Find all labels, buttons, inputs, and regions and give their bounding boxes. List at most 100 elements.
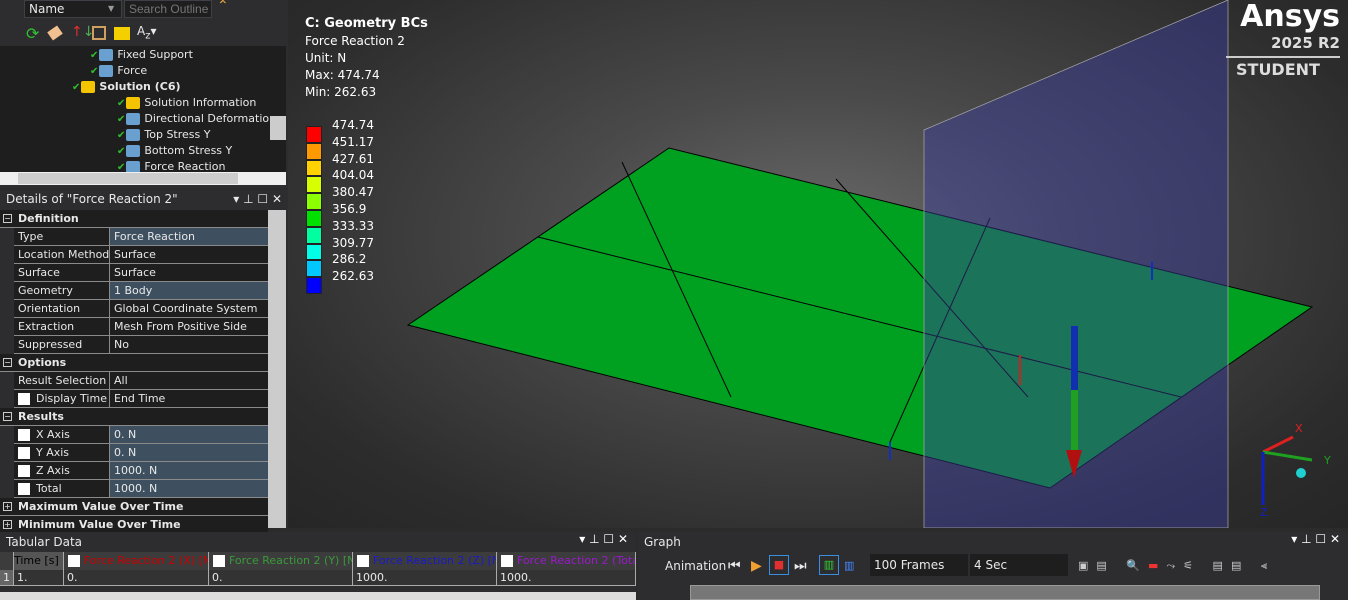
column-checkbox[interactable] xyxy=(68,555,80,567)
property-value[interactable]: 1000. N xyxy=(110,480,268,497)
column-header[interactable]: Force Reaction 2 (X) [N] xyxy=(64,552,209,570)
table-cell[interactable]: 1. xyxy=(14,570,64,586)
last-frame-button[interactable]: ⏭ xyxy=(794,554,807,578)
collapse-icon[interactable]: − xyxy=(3,412,12,421)
expand-icon[interactable]: + xyxy=(3,502,12,511)
collapse-icon[interactable]: − xyxy=(3,214,12,223)
panel-controls[interactable]: ▾ ⊥ ☐ ✕ xyxy=(579,532,628,546)
tree-node[interactable]: ✔ Force Reaction xyxy=(117,159,225,172)
model-view[interactable]: X Y Z xyxy=(288,0,1348,528)
details-row[interactable]: Total 1000. N xyxy=(14,480,268,498)
tree-node[interactable]: ✔ Directional Deformation xyxy=(117,111,270,127)
column-header-label: Time [s] xyxy=(14,554,59,567)
timeline-scrollbar[interactable] xyxy=(690,585,1320,600)
property-value[interactable]: Mesh From Positive Side xyxy=(110,318,268,335)
play-button[interactable]: ▶ xyxy=(751,554,762,578)
duration-select[interactable]: 4 Sec xyxy=(970,554,1068,576)
details-section[interactable]: − Results xyxy=(0,408,268,426)
property-value[interactable]: Force Reaction xyxy=(110,228,268,245)
tree-node[interactable]: ✔ Solution Information xyxy=(117,95,256,111)
expand-all-icon[interactable] xyxy=(92,26,106,40)
parameter-checkbox[interactable] xyxy=(18,393,30,405)
details-row[interactable]: Type Force Reaction xyxy=(14,228,268,246)
scroll-thumb[interactable] xyxy=(270,116,286,140)
parameter-checkbox[interactable] xyxy=(18,447,30,459)
tree-node[interactable]: ✔ Force xyxy=(90,63,147,79)
tree-horizontal-scrollbar[interactable] xyxy=(0,172,286,185)
column-header[interactable]: Force Reaction 2 (Y) [N] xyxy=(209,552,353,570)
legend-color-band xyxy=(306,243,322,261)
scroll-thumb[interactable] xyxy=(18,173,238,184)
details-row[interactable]: Extraction Mesh From Positive Side xyxy=(14,318,268,336)
first-frame-button[interactable]: ⏮ xyxy=(728,554,741,578)
details-section[interactable]: + Maximum Value Over Time xyxy=(0,498,268,516)
parameter-checkbox[interactable] xyxy=(18,483,30,495)
outline-panel: Name ▼ ⌃ ⟳ ↑↓ Az▾ ✔Fixed Support✔Force✔S… xyxy=(0,0,288,188)
table-cell[interactable]: 1000. xyxy=(353,570,497,586)
search-outline-input[interactable] xyxy=(124,0,212,18)
column-header[interactable]: Force Reaction 2 (Z) [N] xyxy=(353,552,497,570)
graph-toolbar-icons[interactable]: ▣▤ 🔍▬⤳⚟ ▤▤ ⫷ xyxy=(1078,554,1275,578)
property-value[interactable]: Surface xyxy=(110,264,268,281)
property-value[interactable]: Global Coordinate System xyxy=(110,300,268,317)
table-cell[interactable]: 0. xyxy=(64,570,209,586)
tree-node[interactable]: ✔ Solution (C6) xyxy=(72,79,181,95)
tabular-scrollbar[interactable] xyxy=(0,592,636,600)
triad-x-label: X xyxy=(1295,422,1303,435)
details-row[interactable]: Surface Surface xyxy=(14,264,268,282)
chevron-down-icon[interactable]: ▼ xyxy=(108,4,114,13)
legend-color-band xyxy=(306,176,322,194)
column-checkbox[interactable] xyxy=(501,555,513,567)
details-section[interactable]: − Definition xyxy=(0,210,268,228)
table-cell[interactable]: 0. xyxy=(209,570,353,586)
result-subtitle: Force Reaction 2 xyxy=(305,34,405,48)
property-value[interactable]: All xyxy=(110,372,268,389)
details-row[interactable]: Z Axis 1000. N xyxy=(14,462,268,480)
table-cell[interactable]: 1000. xyxy=(497,570,636,586)
folder-icon[interactable] xyxy=(114,27,130,40)
sort-az-icon[interactable]: Az▾ xyxy=(137,24,157,41)
column-checkbox[interactable] xyxy=(357,555,369,567)
sort-icon[interactable]: ↑↓ xyxy=(71,24,94,40)
result-sets-button[interactable]: ▥ xyxy=(844,554,854,578)
column-header[interactable]: Force Reaction 2 (Total) [N] xyxy=(497,552,636,570)
tree-node[interactable]: ✔ Bottom Stress Y xyxy=(117,143,232,159)
details-row[interactable]: Result Selection All xyxy=(14,372,268,390)
3d-viewport[interactable]: X Y Z C: Geometry BCs Force Reaction 2 U… xyxy=(288,0,1348,528)
tree-vertical-scrollbar[interactable] xyxy=(270,46,286,172)
column-header[interactable]: Time [s] xyxy=(14,552,64,570)
tree-node-label: Bottom Stress Y xyxy=(144,144,233,157)
legend-color-band xyxy=(306,226,322,244)
parameter-checkbox[interactable] xyxy=(18,465,30,477)
details-section[interactable]: − Options xyxy=(0,354,268,372)
property-value[interactable]: 0. N xyxy=(110,426,268,443)
details-scrollbar[interactable] xyxy=(268,210,286,528)
tree-node[interactable]: ✔ Top Stress Y xyxy=(117,127,210,143)
frames-select[interactable]: 100 Frames xyxy=(870,554,968,576)
details-row[interactable]: Y Axis 0. N xyxy=(14,444,268,462)
property-value[interactable]: Surface xyxy=(110,246,268,263)
column-checkbox[interactable] xyxy=(213,555,225,567)
details-row[interactable]: Geometry 1 Body xyxy=(14,282,268,300)
eraser-icon[interactable] xyxy=(47,25,63,41)
collapse-icon[interactable]: − xyxy=(3,358,12,367)
details-row[interactable]: Display Time End Time xyxy=(14,390,268,408)
tree-node[interactable]: ✔ Fixed Support xyxy=(90,47,193,63)
property-value[interactable]: 1000. N xyxy=(110,462,268,479)
panel-controls[interactable]: ▾ ⊥ ☐ ✕ xyxy=(233,192,282,206)
property-value[interactable]: 1 Body xyxy=(110,282,268,299)
collapse-up-icon[interactable]: ⌃ xyxy=(217,0,229,14)
stop-button[interactable]: ■ xyxy=(769,555,789,575)
expand-icon[interactable]: + xyxy=(3,520,12,529)
details-row[interactable]: Location Method Surface xyxy=(14,246,268,264)
panel-controls[interactable]: ▾ ⊥ ☐ ✕ xyxy=(1291,532,1340,546)
details-row[interactable]: Orientation Global Coordinate System xyxy=(14,300,268,318)
property-value[interactable]: 0. N xyxy=(110,444,268,461)
refresh-icon[interactable]: ⟳ xyxy=(26,24,39,43)
property-value[interactable]: End Time xyxy=(110,390,268,407)
parameter-checkbox[interactable] xyxy=(18,429,30,441)
details-row[interactable]: X Axis 0. N xyxy=(14,426,268,444)
distributed-frames-button[interactable]: ▥ xyxy=(819,555,839,575)
property-value[interactable]: No xyxy=(110,336,268,353)
details-row[interactable]: Suppressed No xyxy=(14,336,268,354)
